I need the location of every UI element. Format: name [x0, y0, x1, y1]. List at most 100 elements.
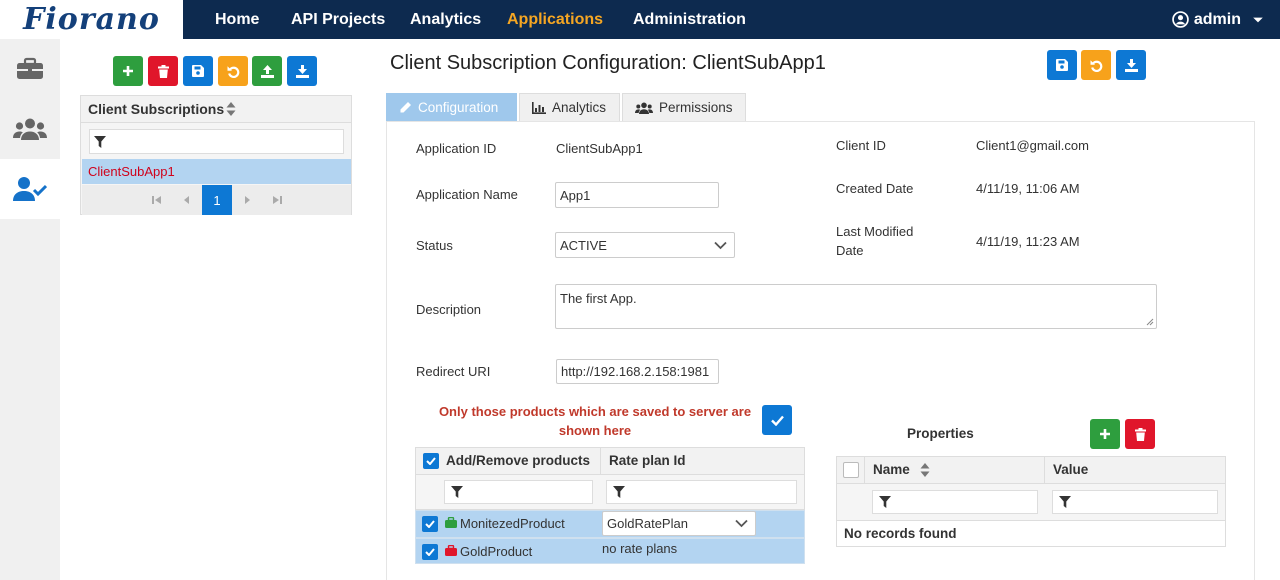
- filter-icon: [94, 136, 106, 148]
- download-icon: [295, 64, 309, 78]
- save-icon: [1056, 59, 1068, 71]
- subscriptions-header[interactable]: Client Subscriptions: [81, 96, 351, 123]
- application-id-value: ClientSubApp1: [556, 141, 643, 156]
- redirect-uri-input[interactable]: http://192.168.2.158:1981: [556, 359, 719, 384]
- sort-icon[interactable]: [920, 463, 930, 477]
- select-all-products-checkbox[interactable]: [423, 453, 439, 469]
- pencil-icon: [400, 102, 411, 113]
- rate-plan-selected-value: GoldRatePlan: [607, 516, 688, 531]
- nav-applications[interactable]: Applications: [507, 0, 603, 39]
- add-property-button[interactable]: [1090, 419, 1120, 449]
- product-checkbox[interactable]: [422, 516, 438, 532]
- confirm-products-button[interactable]: [762, 405, 792, 435]
- first-page-button[interactable]: [142, 185, 172, 215]
- products-name-filter-input[interactable]: [444, 480, 593, 504]
- col-add-remove-label: Add/Remove products: [446, 453, 591, 468]
- sort-icon[interactable]: [226, 102, 236, 116]
- refresh-subscription-button[interactable]: [218, 56, 248, 86]
- upload-subscription-button[interactable]: [252, 56, 282, 86]
- bar-chart-icon: [532, 101, 546, 114]
- col-property-value[interactable]: Value: [1044, 456, 1226, 484]
- chevron-down-icon: [714, 241, 727, 250]
- download-config-button[interactable]: [1116, 50, 1146, 80]
- nav-api-projects[interactable]: API Projects: [291, 0, 385, 39]
- product-checkbox[interactable]: [422, 544, 438, 560]
- description-label: Description: [416, 302, 482, 317]
- nav-home[interactable]: Home: [215, 0, 259, 39]
- refresh-config-button[interactable]: [1081, 50, 1111, 80]
- status-selected-value: ACTIVE: [560, 237, 607, 253]
- no-records-message: No records found: [844, 526, 957, 541]
- plus-icon: [123, 66, 133, 76]
- application-name-input[interactable]: App1: [555, 182, 719, 208]
- caret-down-icon: [1253, 17, 1263, 22]
- fiorano-logo[interactable]: Fiorano: [0, 0, 183, 39]
- save-config-button[interactable]: [1047, 50, 1077, 80]
- tab-configuration[interactable]: Configuration: [386, 93, 517, 121]
- description-value: The first App.: [560, 291, 637, 306]
- trash-icon: [1134, 427, 1146, 441]
- top-navbar: Fiorano Home API Projects Analytics Appl…: [0, 0, 1280, 39]
- page-title: Client Subscription Configuration: Clien…: [390, 52, 826, 74]
- tab-analytics[interactable]: Analytics: [519, 93, 620, 121]
- status-select[interactable]: ACTIVE: [555, 232, 735, 258]
- delete-property-button[interactable]: [1125, 419, 1155, 449]
- subscription-row[interactable]: ClientSubApp1: [82, 159, 351, 184]
- pagination: 1: [82, 185, 351, 215]
- rail-users[interactable]: [0, 99, 60, 159]
- nav-administration[interactable]: Administration: [633, 0, 746, 39]
- nav-analytics[interactable]: Analytics: [410, 0, 481, 39]
- check-icon: [770, 415, 784, 426]
- delete-subscription-button[interactable]: [148, 56, 178, 86]
- product-briefcase-icon: [445, 545, 457, 556]
- products-notice-line1: Only those products which are saved to s…: [438, 404, 752, 419]
- download-subscription-button[interactable]: [287, 56, 317, 86]
- filter-icon: [1059, 496, 1071, 508]
- subscriptions-filter-input[interactable]: [89, 129, 344, 154]
- users-icon: [13, 118, 47, 140]
- col-rate-plan-id[interactable]: Rate plan Id: [600, 447, 805, 475]
- next-page-button[interactable]: [232, 185, 262, 215]
- filter-icon: [879, 496, 891, 508]
- products-rate-filter-input[interactable]: [606, 480, 797, 504]
- products-notice-line2: shown here: [558, 423, 632, 438]
- tab-permissions[interactable]: Permissions: [622, 93, 746, 121]
- col-add-remove-products[interactable]: Add/Remove products: [415, 447, 601, 475]
- resize-handle-icon[interactable]: [1146, 318, 1154, 326]
- prev-page-button[interactable]: [172, 185, 202, 215]
- user-circle-icon: [1172, 11, 1189, 28]
- subscriptions-header-label: Client Subscriptions: [88, 101, 225, 117]
- last-page-button[interactable]: [262, 185, 292, 215]
- properties-select-all-cell: [836, 456, 865, 484]
- col-property-name[interactable]: Name: [864, 456, 1045, 484]
- status-label: Status: [416, 238, 453, 253]
- users-icon: [635, 102, 653, 114]
- user-menu[interactable]: admin: [1172, 0, 1264, 39]
- user-name: admin: [1193, 10, 1241, 28]
- left-sidebar: [0, 39, 60, 580]
- check-icon: [425, 548, 435, 556]
- last-page-icon: [273, 196, 282, 204]
- created-date-label: Created Date: [836, 181, 914, 196]
- property-value-filter-input[interactable]: [1052, 490, 1218, 514]
- chevron-down-icon: [735, 519, 748, 528]
- filter-icon: [613, 486, 625, 498]
- trash-icon: [157, 64, 169, 78]
- undo-icon: [1090, 59, 1102, 72]
- add-subscription-button[interactable]: [113, 56, 143, 86]
- filter-icon: [451, 486, 463, 498]
- application-name-label: Application Name: [416, 187, 518, 202]
- properties-select-all-checkbox[interactable]: [843, 462, 859, 478]
- rate-plan-select[interactable]: GoldRatePlan: [602, 511, 756, 536]
- description-textarea[interactable]: The first App.: [555, 284, 1157, 329]
- rail-projects[interactable]: [0, 39, 60, 99]
- page-number-button[interactable]: 1: [202, 185, 232, 215]
- check-icon: [426, 457, 436, 465]
- upload-icon: [260, 64, 274, 78]
- products-notice: Only those products which are saved to s…: [425, 402, 765, 440]
- created-date-value: 4/11/19, 11:06 AM: [976, 181, 1080, 196]
- property-name-filter-input[interactable]: [872, 490, 1038, 514]
- save-subscription-button[interactable]: [183, 56, 213, 86]
- client-subscriptions-panel: Client Subscriptions ClientSubApp1 1: [80, 95, 352, 215]
- rail-client-subscriptions[interactable]: [0, 159, 60, 219]
